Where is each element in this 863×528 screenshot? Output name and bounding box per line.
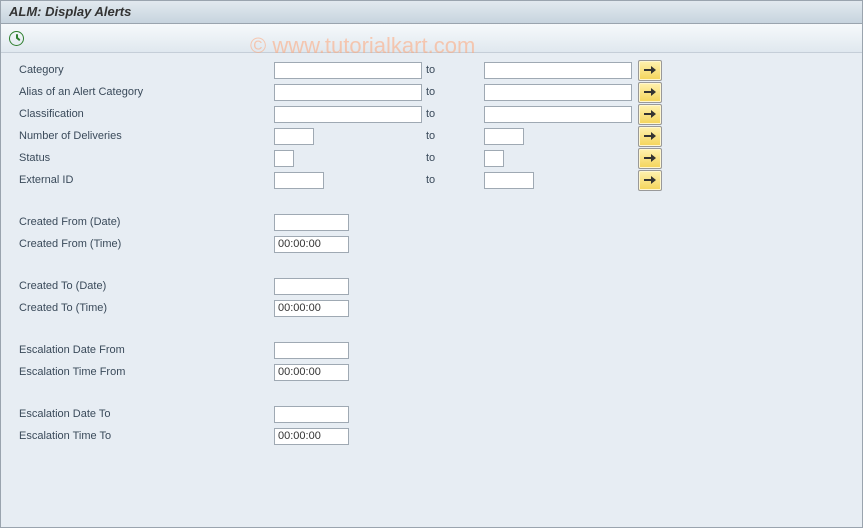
category-from-input[interactable] bbox=[274, 62, 422, 79]
deliveries-multi-select-button[interactable] bbox=[638, 126, 662, 147]
execute-icon[interactable] bbox=[9, 31, 24, 46]
to-label: to bbox=[422, 130, 484, 142]
status-multi-select-button[interactable] bbox=[638, 148, 662, 169]
alias-multi-select-button[interactable] bbox=[638, 82, 662, 103]
to-label: to bbox=[422, 64, 484, 76]
label-created-from-time: Created From (Time) bbox=[19, 238, 274, 250]
status-from-input[interactable] bbox=[274, 150, 294, 167]
row-created-from-time: Created From (Time) bbox=[1, 233, 862, 255]
row-deliveries: Number of Deliveries to bbox=[1, 125, 862, 147]
created-from-time-input[interactable] bbox=[274, 236, 349, 253]
row-created-to-date: Created To (Date) bbox=[1, 275, 862, 297]
arrow-right-icon bbox=[644, 65, 656, 75]
title-bar: ALM: Display Alerts bbox=[1, 1, 862, 24]
classification-multi-select-button[interactable] bbox=[638, 104, 662, 125]
deliveries-to-input[interactable] bbox=[484, 128, 524, 145]
label-esc-time-from: Escalation Time From bbox=[19, 366, 274, 378]
external-id-multi-select-button[interactable] bbox=[638, 170, 662, 191]
category-multi-select-button[interactable] bbox=[638, 60, 662, 81]
alias-from-input[interactable] bbox=[274, 84, 422, 101]
external-id-from-input[interactable] bbox=[274, 172, 324, 189]
created-from-date-input[interactable] bbox=[274, 214, 349, 231]
label-deliveries: Number of Deliveries bbox=[19, 130, 274, 142]
classification-to-input[interactable] bbox=[484, 106, 632, 123]
toolbar bbox=[1, 24, 862, 53]
label-status: Status bbox=[19, 152, 274, 164]
app-window: ALM: Display Alerts © www.tutorialkart.c… bbox=[0, 0, 863, 528]
page-title: ALM: Display Alerts bbox=[9, 4, 131, 19]
created-to-date-input[interactable] bbox=[274, 278, 349, 295]
row-external-id: External ID to bbox=[1, 169, 862, 191]
label-category: Category bbox=[19, 64, 274, 76]
status-to-input[interactable] bbox=[484, 150, 504, 167]
arrow-right-icon bbox=[644, 109, 656, 119]
row-esc-date-to: Escalation Date To bbox=[1, 403, 862, 425]
arrow-right-icon bbox=[644, 87, 656, 97]
classification-from-input[interactable] bbox=[274, 106, 422, 123]
label-external-id: External ID bbox=[19, 174, 274, 186]
to-label: to bbox=[422, 152, 484, 164]
esc-time-to-input[interactable] bbox=[274, 428, 349, 445]
to-label: to bbox=[422, 174, 484, 186]
deliveries-from-input[interactable] bbox=[274, 128, 314, 145]
arrow-right-icon bbox=[644, 153, 656, 163]
esc-time-from-input[interactable] bbox=[274, 364, 349, 381]
row-classification: Classification to bbox=[1, 103, 862, 125]
row-category: Category to bbox=[1, 59, 862, 81]
category-to-input[interactable] bbox=[484, 62, 632, 79]
esc-date-from-input[interactable] bbox=[274, 342, 349, 359]
row-status: Status to bbox=[1, 147, 862, 169]
row-alias: Alias of an Alert Category to bbox=[1, 81, 862, 103]
alias-to-input[interactable] bbox=[484, 84, 632, 101]
label-created-to-time: Created To (Time) bbox=[19, 302, 274, 314]
label-created-from-date: Created From (Date) bbox=[19, 216, 274, 228]
label-esc-date-to: Escalation Date To bbox=[19, 408, 274, 420]
arrow-right-icon bbox=[644, 131, 656, 141]
row-esc-date-from: Escalation Date From bbox=[1, 339, 862, 361]
row-esc-time-to: Escalation Time To bbox=[1, 425, 862, 447]
arrow-right-icon bbox=[644, 175, 656, 185]
to-label: to bbox=[422, 86, 484, 98]
label-esc-time-to: Escalation Time To bbox=[19, 430, 274, 442]
external-id-to-input[interactable] bbox=[484, 172, 534, 189]
row-created-to-time: Created To (Time) bbox=[1, 297, 862, 319]
label-alias: Alias of an Alert Category bbox=[19, 86, 274, 98]
created-to-time-input[interactable] bbox=[274, 300, 349, 317]
label-classification: Classification bbox=[19, 108, 274, 120]
to-label: to bbox=[422, 108, 484, 120]
label-esc-date-from: Escalation Date From bbox=[19, 344, 274, 356]
label-created-to-date: Created To (Date) bbox=[19, 280, 274, 292]
form-content: Category to Alias of an Alert Category t… bbox=[1, 53, 862, 447]
row-esc-time-from: Escalation Time From bbox=[1, 361, 862, 383]
row-created-from-date: Created From (Date) bbox=[1, 211, 862, 233]
esc-date-to-input[interactable] bbox=[274, 406, 349, 423]
